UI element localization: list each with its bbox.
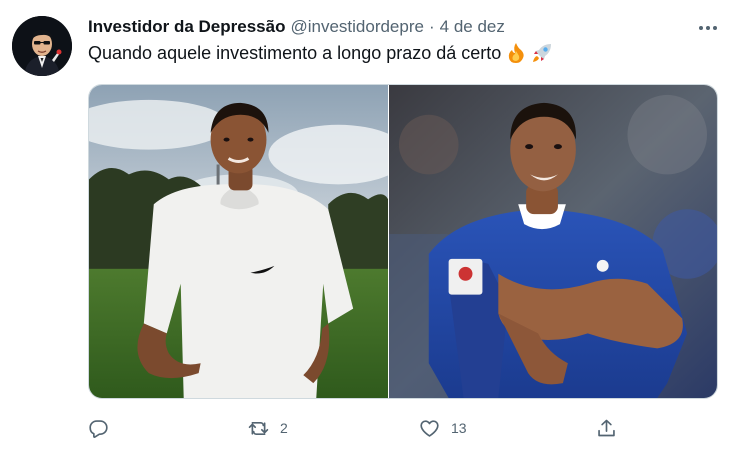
author-display-name[interactable]: Investidor da Depressão	[88, 17, 285, 37]
tweet-header: Investidor da Depressão @investidordepre…	[88, 15, 673, 39]
tweet-timestamp[interactable]: 4 de dez	[440, 17, 505, 37]
share-button[interactable]	[596, 414, 628, 442]
header-separator: ·	[428, 17, 435, 36]
tweet-text: Quando aquele investimento a longo prazo…	[88, 42, 553, 64]
retweet-icon	[248, 421, 269, 435]
reply-icon	[89, 419, 108, 438]
like-button[interactable]: 13	[419, 414, 467, 442]
player-blue-jersey-photo	[389, 85, 717, 398]
heart-icon	[420, 419, 439, 437]
more-icon	[699, 26, 717, 30]
tweet[interactable]: Investidor da Depressão @investidordepre…	[0, 0, 733, 451]
rocket-emoji-icon	[531, 42, 553, 64]
tweet-text-content: Quando aquele investimento a longo prazo…	[88, 42, 502, 63]
author-handle[interactable]: @investidordepre	[290, 17, 424, 37]
fire-emoji-icon	[505, 42, 527, 64]
media-photo-left[interactable]	[89, 85, 389, 398]
tweet-media[interactable]	[88, 84, 718, 399]
reply-button[interactable]	[88, 414, 120, 442]
tweet-actions: 2 13	[88, 414, 628, 442]
retweet-count: 2	[280, 420, 288, 436]
media-photo-right[interactable]	[388, 85, 717, 398]
more-options-button[interactable]	[694, 16, 722, 40]
like-count: 13	[451, 420, 467, 436]
avatar[interactable]	[12, 16, 72, 76]
share-icon	[598, 419, 615, 436]
young-player-photo	[89, 85, 389, 398]
retweet-button[interactable]: 2	[248, 414, 288, 442]
